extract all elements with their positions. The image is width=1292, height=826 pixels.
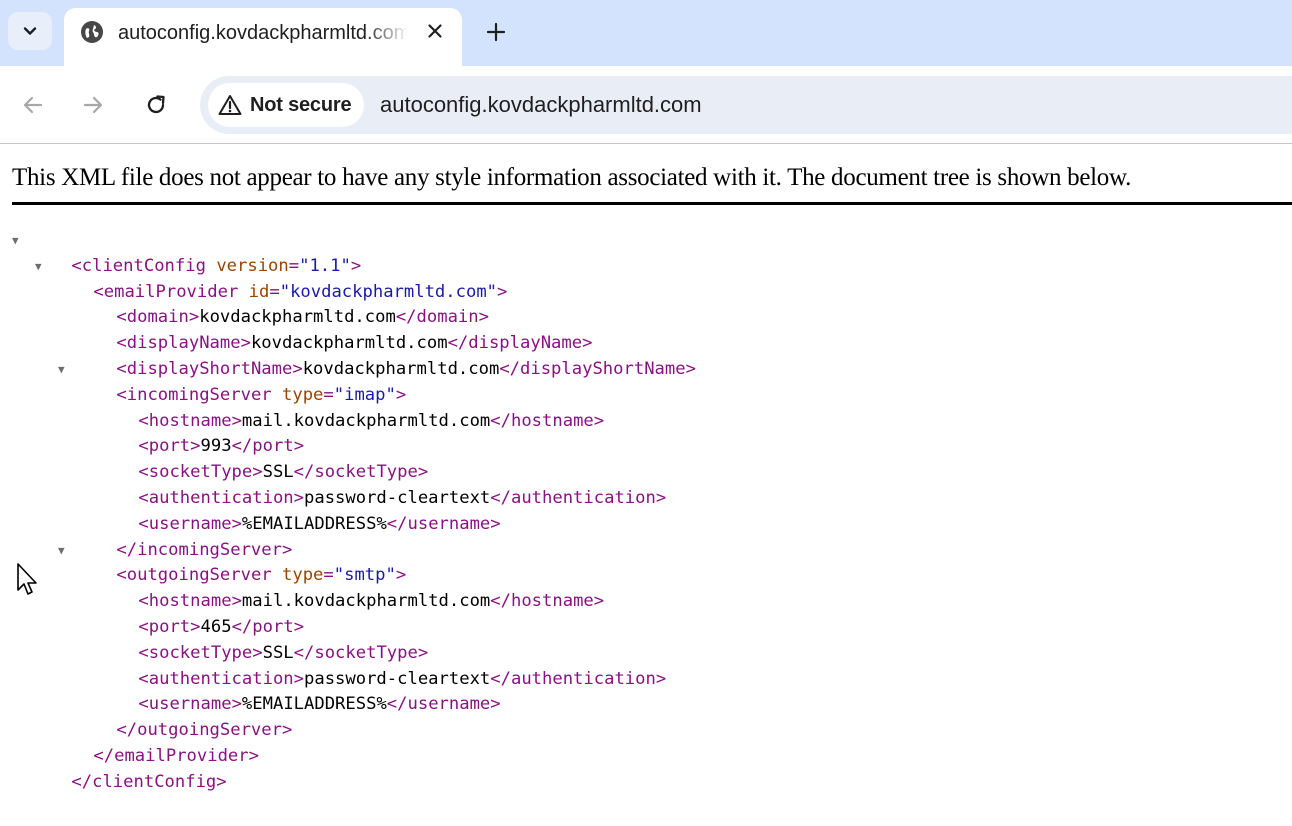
reload-button[interactable] [139,88,173,122]
xml-line: ▼ <outgoingServer type="smtp"> [0,538,696,586]
xml-line: <displayShortName>kovdackpharmltd.com</d… [116,358,696,379]
reload-icon [147,95,165,114]
xml-line: </clientConfig> [71,771,227,792]
xml-line: <displayName>kovdackpharmltd.com</displa… [116,333,593,354]
address-bar[interactable]: Not secure autoconfig.kovdackpharmltd.co… [200,76,1292,134]
collapse-triangle-icon[interactable]: ▼ [35,254,42,280]
browser-toolbar: Not secure autoconfig.kovdackpharmltd.co… [0,66,1292,144]
arrow-right-icon [83,96,103,114]
warning-icon [218,95,242,115]
mouse-cursor-icon [17,563,37,595]
security-label: Not secure [250,93,352,116]
collapse-triangle-icon[interactable]: ▼ [12,228,19,254]
notice-divider [12,202,1292,205]
xml-line: </incomingServer> [116,539,293,560]
xml-line: <domain>kovdackpharmltd.com</domain> [116,307,489,328]
collapse-triangle-icon[interactable]: ▼ [58,357,65,383]
xml-line: <port>993</port> [138,436,305,457]
collapse-triangle-icon[interactable]: ▼ [58,538,65,564]
close-icon [428,24,442,38]
tab-search-button[interactable] [8,12,52,50]
forward-button[interactable] [76,88,110,122]
url-text[interactable]: autoconfig.kovdackpharmltd.com [380,92,702,118]
xml-line: <socketType>SSL</socketType> [138,642,429,663]
xml-line: <username>%EMAILADDRESS%</username> [138,694,501,715]
xml-line: <hostname>mail.kovdackpharmltd.com</host… [138,591,605,612]
tab-strip: autoconfig.kovdackpharmltd.com [0,0,1292,66]
xml-line: </emailProvider> [93,745,259,766]
security-indicator[interactable]: Not secure [208,83,364,127]
xml-line: ▼ <clientConfig version="1.1"> [0,228,696,276]
chevron-down-icon [23,27,37,35]
new-tab-button[interactable] [480,16,512,48]
xml-style-notice: This XML file does not appear to have an… [12,164,1132,191]
xml-line: <authentication>password-cleartext</auth… [138,668,667,689]
xml-line: ▼ <emailProvider id="kovdackpharmltd.com"… [0,254,696,302]
tab-close-button[interactable] [422,18,448,44]
arrow-left-icon [23,96,43,114]
tab-title: autoconfig.kovdackpharmltd.com [118,22,408,44]
globe-icon [81,21,103,43]
xml-line: <socketType>SSL</socketType> [138,462,429,483]
plus-icon [486,22,506,42]
xml-line: <hostname>mail.kovdackpharmltd.com</host… [138,410,605,431]
xml-line: </outgoingServer> [116,720,293,741]
active-tab[interactable]: autoconfig.kovdackpharmltd.com [64,8,462,66]
xml-line: <port>465</port> [138,616,305,637]
xml-line: ▼ <incomingServer type="imap"> [0,357,696,405]
xml-line: <authentication>password-cleartext</auth… [138,487,667,508]
back-button[interactable] [16,88,50,122]
xml-line: <username>%EMAILADDRESS%</username> [138,513,501,534]
xml-document-tree: ▼ <clientConfig version="1.1"> ▼ <emailPro… [0,228,696,792]
